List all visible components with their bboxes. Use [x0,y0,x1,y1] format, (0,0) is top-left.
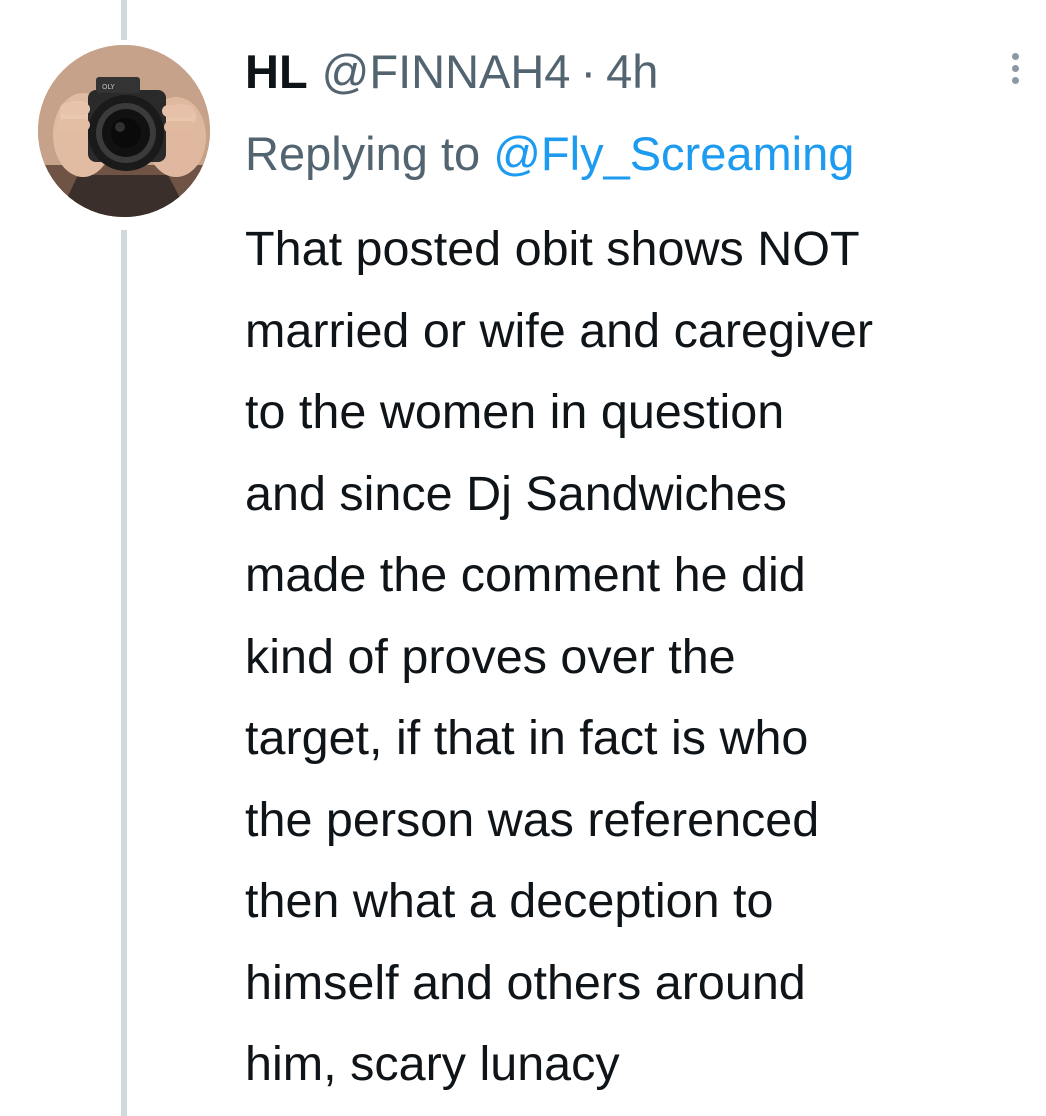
more-vertical-icon [1011,52,1019,60]
tweet-text: That posted obit shows NOT married or wi… [245,209,1045,1106]
more-vertical-icon-dot-3 [1011,76,1019,84]
replying-to-line: Replying to @Fly_Screaming [245,122,854,186]
tweet-text-line: himself and others around [245,955,806,1010]
replying-to-prefix: Replying to [245,127,481,180]
tweet-text-line: married or wife and caregiver [245,303,874,358]
camera-avatar-icon: OLY [38,45,210,217]
user-handle[interactable]: @FINNAH4 [322,42,571,102]
tweet-text-line: kind of proves over the [245,629,736,684]
header-separator: · [580,45,597,98]
tweet-text-line: and since Dj Sandwiches [245,466,787,521]
timestamp[interactable]: 4h [606,42,658,102]
tweet-text-line: then what a deception to [245,874,774,928]
svg-text:OLY: OLY [102,83,115,91]
more-vertical-icon-dot-2 [1011,64,1019,72]
tweet-text-line: him, scary lunacy [245,1037,620,1091]
display-name[interactable]: HL [245,42,308,102]
tweet-text-line: to the women in question [245,385,785,439]
tweet-text-line: target, if that in fact is who [245,711,809,765]
more-options-button[interactable] [1000,46,1030,90]
replying-to-handle-link[interactable]: @Fly_Screaming [493,127,854,180]
tweet-text-line: That posted obit shows NOT [245,222,860,276]
tweet-text-line: the person was referenced [245,792,820,847]
avatar[interactable]: OLY [38,45,210,217]
tweet-text-line: made the comment he did [245,548,806,602]
tweet-header: HL @FINNAH4 · 4h [245,42,658,102]
